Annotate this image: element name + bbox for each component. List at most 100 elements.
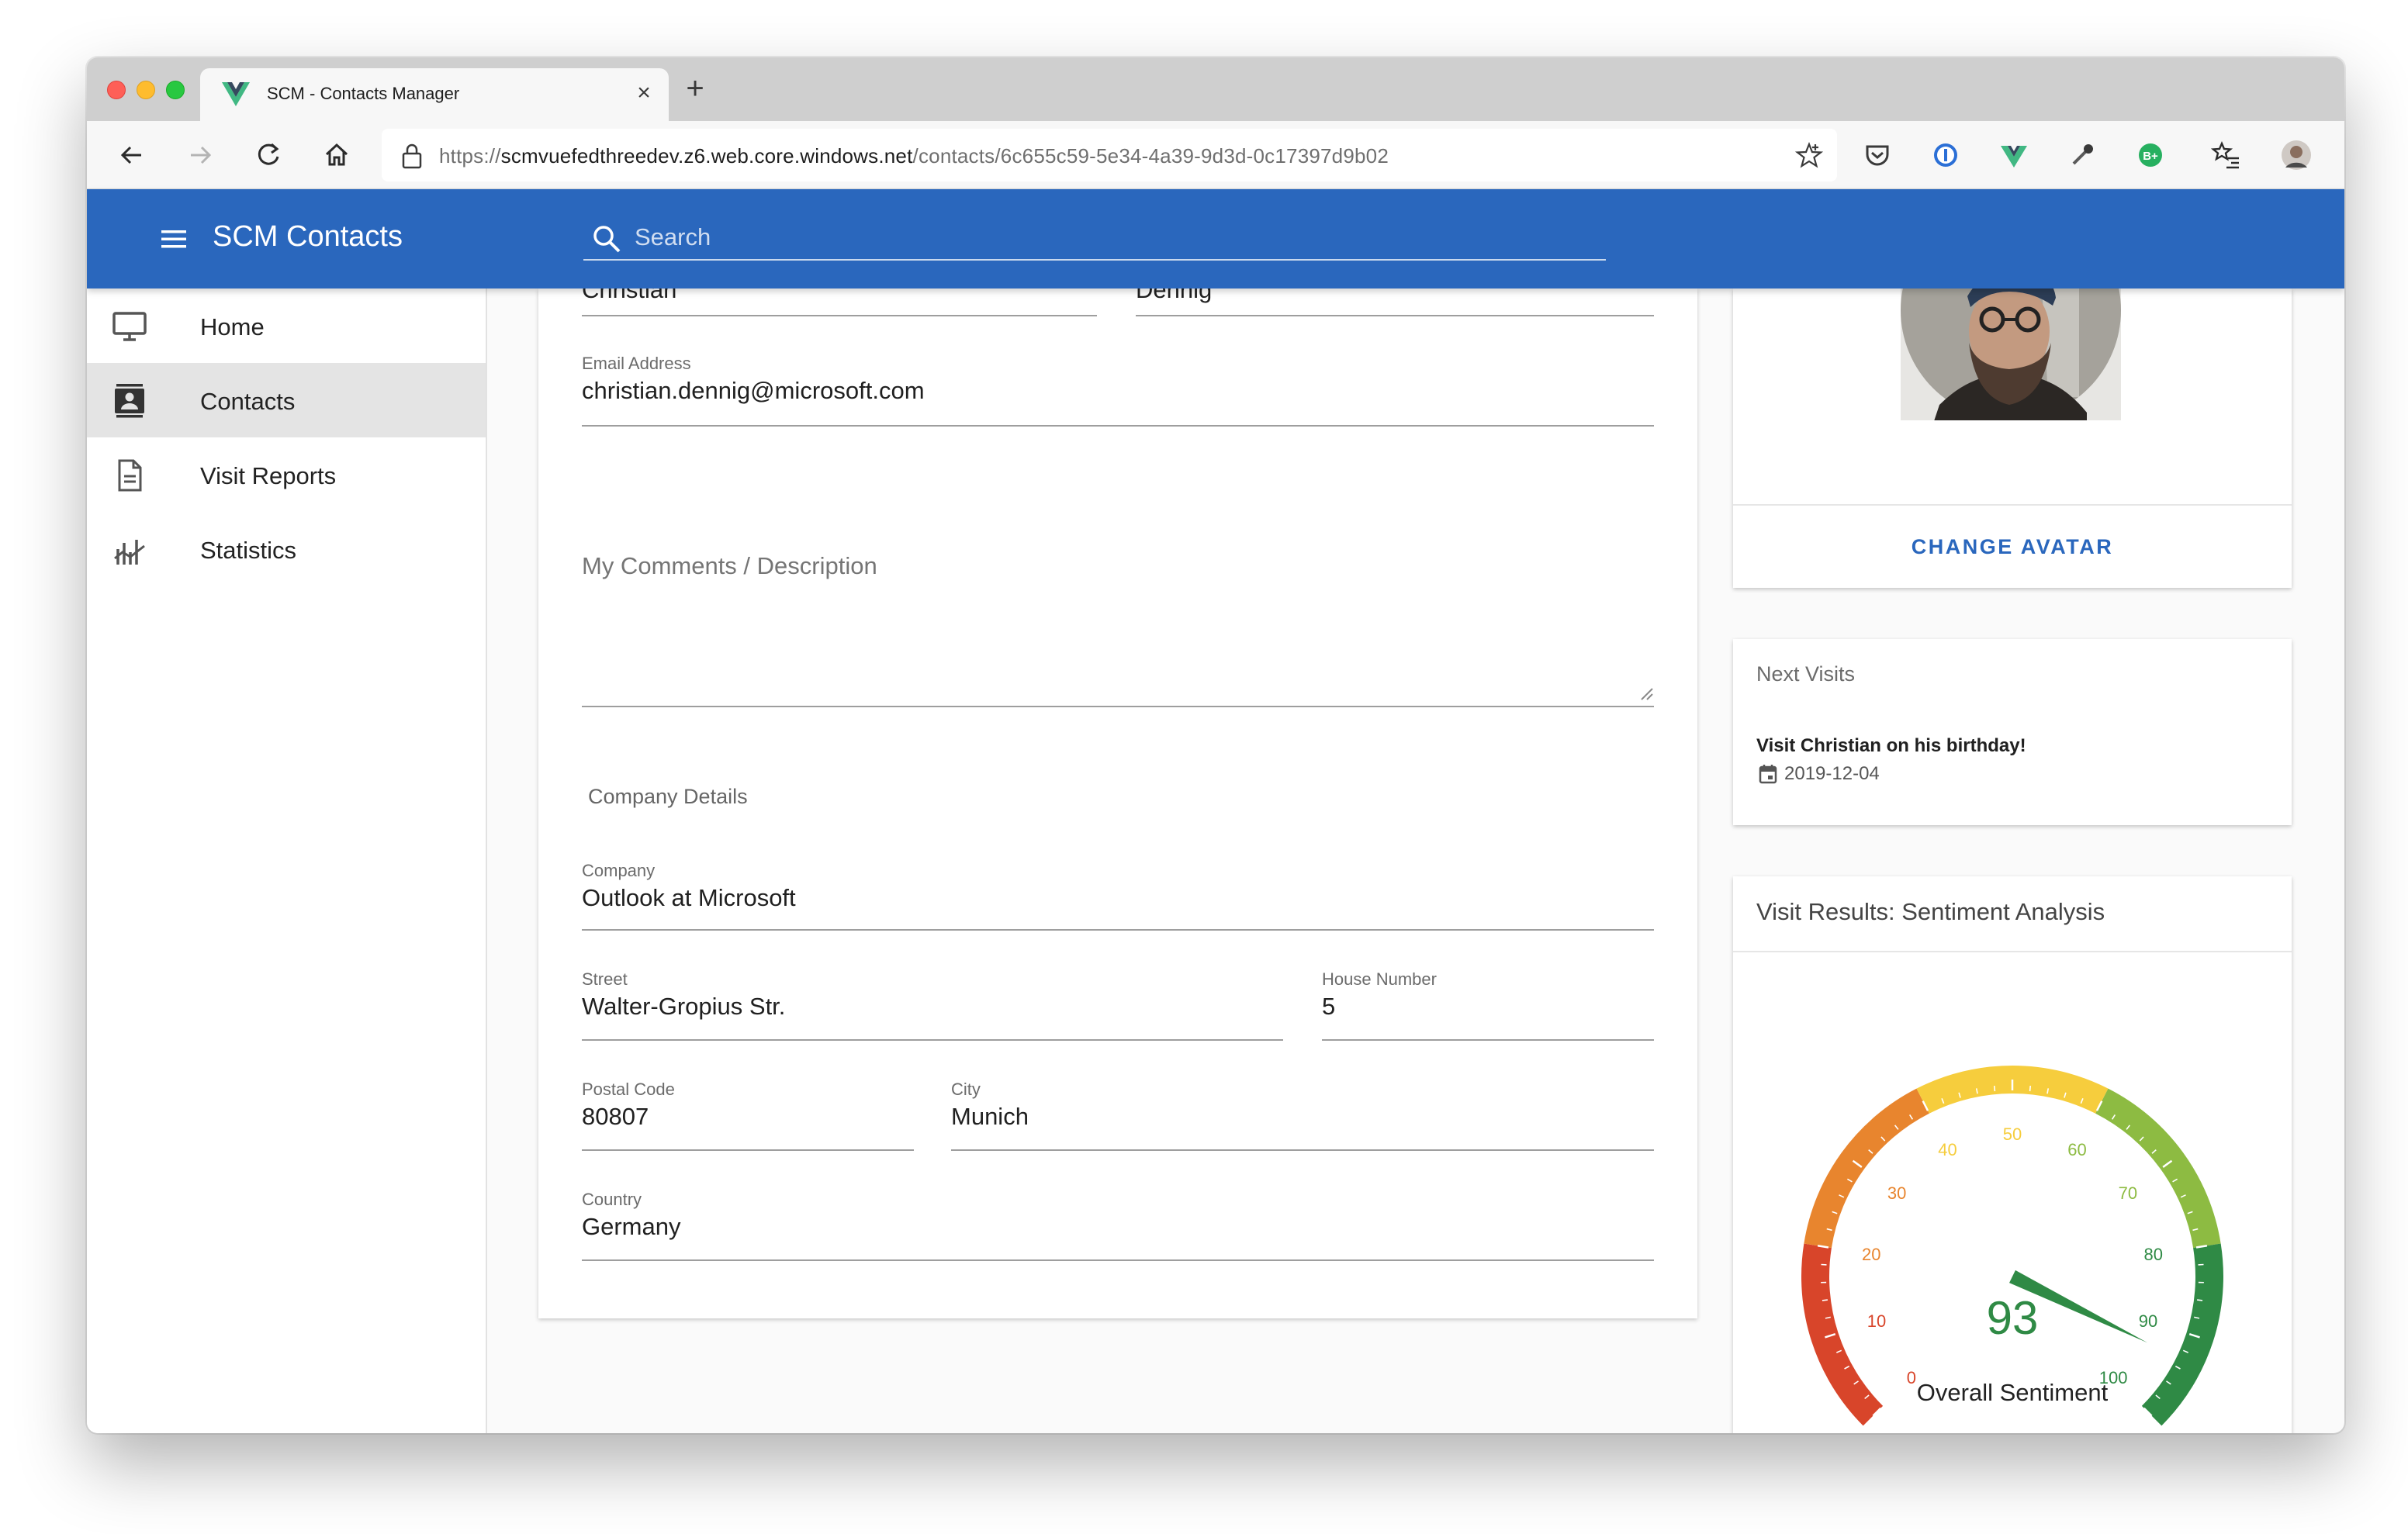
postal-code-field[interactable]: Postal Code 80807 [582,1080,914,1151]
company-field[interactable]: Company Outlook at Microsoft [582,861,1654,931]
app-title: SCM Contacts [213,220,403,253]
country-field[interactable]: Country Germany [582,1190,1654,1261]
field-underline [582,425,1654,427]
house-number-field[interactable]: House Number 5 [1322,969,1654,1041]
gauge-tick-label: 50 [2003,1125,2022,1144]
document-icon [118,459,142,492]
svg-text:B+: B+ [2143,150,2158,163]
menu-icon[interactable] [158,223,189,254]
gauge-tick-label: 90 [2139,1311,2157,1331]
home-icon[interactable] [320,138,354,172]
url-text: https://scmvuefedthreedev.z6.web.core.wi… [439,144,1389,168]
gauge-band [1801,1243,1884,1426]
browser-window: SCM - Contacts Manager × + https://scmvu… [87,57,2344,1433]
company-label: Company [582,861,656,880]
gauge-tick-label: 40 [1938,1140,1956,1159]
sentiment-gauge: 0102030405060708090100 93 Overall Sentim… [1801,1066,2223,1426]
vue-logo-icon [222,82,250,106]
postal-code-label: Postal Code [582,1080,675,1099]
field-underline [1136,315,1654,316]
url-prefix: https:// [439,144,501,168]
next-visits-card: Next Visits Visit Christian on his birth… [1733,639,2292,825]
gauge-band [1804,1088,1929,1249]
password-manager-icon[interactable] [1929,138,1963,172]
search-field[interactable] [583,217,1606,261]
divider [1733,504,2292,506]
vue-devtools-icon[interactable] [1997,138,2031,172]
sidebar: Home Contacts Visit Reports Statistics [87,288,487,1433]
change-avatar-button[interactable]: CHANGE AVATAR [1733,535,2292,559]
app-bar: SCM Contacts [87,189,2344,288]
contact-form-card: Christian Dennig Email Address christian… [538,276,1697,1318]
browser-toolbar: https://scmvuefedthreedev.z6.web.core.wi… [87,121,2344,189]
avatar-card: CHANGE AVATAR [1733,288,2292,588]
refresh-icon[interactable] [251,138,285,172]
sidebar-item-home[interactable]: Home [87,288,486,363]
favorites-icon[interactable] [2209,138,2244,172]
sidebar-item-contacts[interactable]: Contacts [87,363,486,437]
new-tab-icon[interactable]: + [678,71,712,105]
search-input[interactable] [635,222,1566,253]
browser-tab[interactable]: SCM - Contacts Manager × [200,68,669,121]
url-host: scmvuefedthreedev.z6.web.core.windows.ne… [500,144,913,168]
company-details-heading: Company Details [588,785,748,808]
pocket-icon[interactable] [1860,138,1894,172]
visit-date: 2019-12-04 [1784,763,1880,784]
visit-title[interactable]: Visit Christian on his birthday! [1756,735,2026,757]
country-value: Germany [582,1213,681,1240]
sentiment-card: Visit Results: Sentiment Analysis 0 10 20 3… [1733,876,2292,1433]
gauge-tick-label: 60 [2067,1140,2086,1159]
gauge-tick [1822,1299,1828,1301]
sidebar-item-label: Statistics [200,537,297,564]
resize-grip-icon[interactable] [1637,684,1654,701]
gauge-tick-label: 10 [1867,1311,1886,1331]
gauge-tick-label: 30 [1887,1183,1906,1203]
next-visits-title: Next Visits [1756,662,1856,686]
comments-textarea[interactable] [582,521,1654,707]
tab-title: SCM - Contacts Manager [267,84,460,103]
city-label: City [951,1080,981,1099]
field-underline [582,1149,914,1151]
company-value: Outlook at Microsoft [582,884,796,911]
calendar-icon [1759,765,1777,784]
gauge-caption: Overall Sentiment [1917,1379,2109,1406]
zoom-window-button[interactable] [166,81,185,99]
gauge-tick [2029,1086,2032,1092]
tab-strip: SCM - Contacts Manager × + [87,57,2344,121]
avatar-image-container [1901,288,2121,420]
city-field[interactable]: City Munich [951,1080,1654,1151]
favorite-star-icon[interactable] [1795,141,1823,169]
extension-b-plus-icon[interactable]: B+ [2133,138,2168,172]
email-value: christian.dennig@microsoft.com [582,377,925,404]
monitor-icon [112,312,147,341]
email-field[interactable]: Email Address christian.dennig@microsoft… [582,354,1654,427]
address-bar[interactable]: https://scmvuefedthreedev.z6.web.core.wi… [382,129,1837,181]
search-icon [593,226,621,253]
street-field[interactable]: Street Walter-Gropius Str. [582,969,1283,1041]
sidebar-item-statistics[interactable]: Statistics [87,512,486,586]
close-window-button[interactable] [107,81,126,99]
field-underline [582,1259,1654,1261]
tab-close-icon[interactable]: × [630,79,658,107]
postal-code-value: 80807 [582,1103,649,1130]
sidebar-item-label: Visit Reports [200,462,337,489]
sidebar-item-label: Contacts [200,388,296,415]
sentiment-title: Visit Results: Sentiment Analysis [1756,898,2105,925]
field-underline [951,1149,1654,1151]
house-number-label: House Number [1322,969,1437,989]
profile-avatar-icon[interactable] [2279,138,2313,172]
forward-arrow-icon[interactable] [183,138,217,172]
sidebar-item-visit-reports[interactable]: Visit Reports [87,437,486,512]
field-underline [582,1039,1283,1041]
gauge-band [2095,1088,2221,1249]
gauge-tick-labels: 0102030405060708090100 [1862,1125,2163,1387]
house-number-value: 5 [1322,993,1336,1020]
field-underline [582,706,1654,707]
field-underline [582,315,1097,316]
sidebar-item-label: Home [200,313,265,340]
color-picker-icon[interactable] [2065,138,2099,172]
gauge-band [2141,1243,2223,1426]
gauge-tick-label: 20 [1862,1245,1880,1264]
minimize-window-button[interactable] [137,81,155,99]
back-arrow-icon[interactable] [115,138,149,172]
